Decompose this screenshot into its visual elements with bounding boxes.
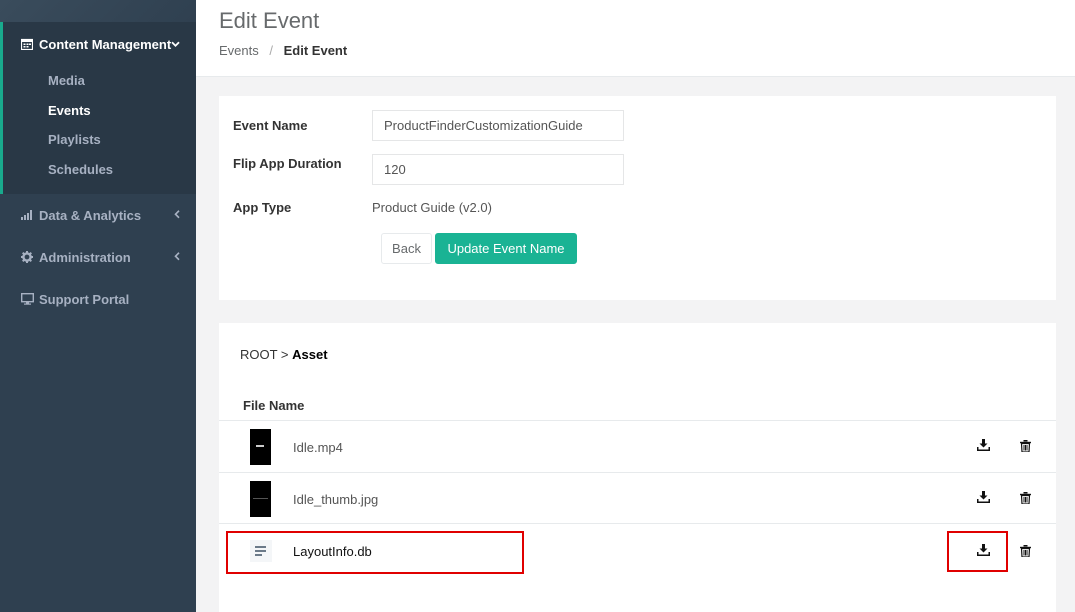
nav-data-analytics-label: Data & Analytics bbox=[39, 207, 142, 223]
file-thumbnail bbox=[250, 429, 271, 465]
trash-icon[interactable] bbox=[1018, 439, 1032, 453]
download-icon[interactable] bbox=[976, 490, 990, 504]
app-type-label: App Type bbox=[233, 200, 292, 215]
nav-content-management-label: Content Management bbox=[39, 36, 172, 52]
file-name[interactable]: Idle.mp4 bbox=[293, 440, 343, 455]
table-row: Idle.mp4 bbox=[219, 421, 1056, 472]
event-name-field[interactable]: ProductFinderCustomizationGuide bbox=[372, 110, 624, 141]
nav-support-portal-label: Support Portal bbox=[39, 291, 130, 307]
chevron-left-icon bbox=[174, 249, 180, 264]
monitor-icon bbox=[20, 292, 34, 306]
trash-icon[interactable] bbox=[1018, 544, 1032, 558]
breadcrumb-events-link[interactable]: Events bbox=[219, 43, 259, 58]
page-title: Edit Event bbox=[219, 8, 320, 33]
trash-icon[interactable] bbox=[1018, 491, 1032, 505]
page-header: Edit Event Events / Edit Event bbox=[196, 0, 1075, 77]
sidebar-item-label: Playlists bbox=[48, 132, 101, 148]
nav-section-content-management: Content Management Media Events Playlist… bbox=[0, 22, 196, 194]
app-type-value: Product Guide (v2.0) bbox=[372, 200, 492, 215]
file-name[interactable]: Idle_thumb.jpg bbox=[293, 492, 378, 507]
sidebar: Content Management Media Events Playlist… bbox=[0, 0, 196, 612]
event-name-label: Event Name bbox=[233, 118, 308, 133]
nav-support-portal[interactable]: Support Portal bbox=[0, 278, 196, 320]
sidebar-item-label: Media bbox=[48, 73, 85, 89]
duration-label: Flip App Duration bbox=[233, 156, 342, 171]
calendar-icon bbox=[20, 37, 34, 51]
sidebar-item-events[interactable]: Events bbox=[3, 96, 196, 126]
sidebar-item-label: Schedules bbox=[48, 161, 114, 177]
update-event-name-button[interactable]: Update Event Name bbox=[435, 233, 577, 264]
path-root[interactable]: ROOT > bbox=[240, 347, 289, 362]
breadcrumb: Events / Edit Event bbox=[219, 43, 347, 58]
download-icon[interactable] bbox=[976, 438, 990, 452]
bar-chart-icon bbox=[20, 208, 34, 222]
breadcrumb-current: Edit Event bbox=[283, 43, 348, 58]
table-row: Idle_thumb.jpg bbox=[219, 473, 1056, 524]
gear-icon bbox=[20, 250, 34, 264]
event-form-panel: Event Name ProductFinderCustomizationGui… bbox=[219, 96, 1056, 300]
path-current: Asset bbox=[292, 347, 328, 362]
nav-administration[interactable]: Administration bbox=[0, 236, 196, 278]
chevron-down-icon bbox=[171, 36, 180, 51]
folder-path: ROOT > Asset bbox=[240, 347, 328, 362]
file-thumbnail bbox=[250, 481, 271, 517]
highlight-download bbox=[947, 531, 1008, 572]
breadcrumb-separator: / bbox=[269, 43, 273, 58]
nav-content-management[interactable]: Content Management bbox=[3, 22, 196, 66]
nav-administration-label: Administration bbox=[39, 249, 131, 265]
chevron-left-icon bbox=[174, 207, 180, 222]
sidebar-item-label: Events bbox=[48, 102, 91, 118]
nav-data-analytics[interactable]: Data & Analytics bbox=[0, 194, 196, 236]
highlight-file-name bbox=[226, 531, 524, 574]
column-header-file-name: File Name bbox=[243, 398, 305, 413]
duration-field[interactable]: 120 bbox=[372, 154, 624, 185]
back-button[interactable]: Back bbox=[381, 233, 432, 264]
sidebar-item-media[interactable]: Media bbox=[3, 66, 196, 96]
sidebar-item-schedules[interactable]: Schedules bbox=[3, 155, 196, 185]
sidebar-item-playlists[interactable]: Playlists bbox=[3, 125, 196, 155]
sidebar-header bbox=[0, 0, 196, 22]
